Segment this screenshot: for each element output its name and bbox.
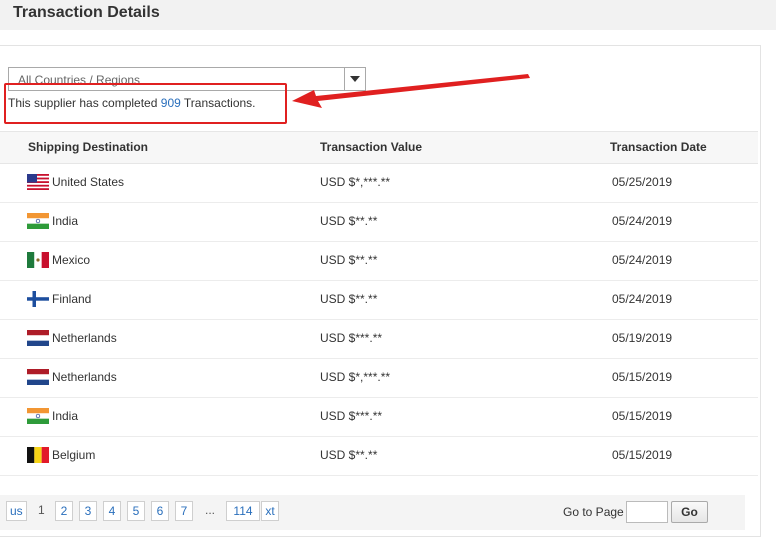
us-flag-icon — [27, 174, 49, 190]
goto-page-input[interactable] — [626, 501, 668, 523]
table-row: Netherlands USD $***.** 05/19/2019 — [0, 319, 758, 359]
row-value: USD $**.** — [320, 253, 378, 267]
column-header-value: Transaction Value — [320, 140, 423, 154]
india-flag-icon — [27, 408, 49, 424]
row-value: USD $***.** — [320, 331, 383, 345]
select-dropdown-button[interactable] — [344, 68, 365, 90]
go-button[interactable]: Go — [671, 501, 708, 523]
table-header: Shipping Destination Transaction Value T… — [0, 131, 758, 164]
row-country: India — [52, 214, 79, 228]
pagination-ellipsis: ... — [205, 503, 216, 517]
row-date: 05/24/2019 — [612, 292, 673, 306]
table-row: Finland USD $**.** 05/24/2019 — [0, 280, 758, 320]
row-country: Finland — [52, 292, 92, 306]
row-value: USD $***.** — [320, 409, 383, 423]
page-button[interactable]: 6 — [151, 501, 169, 521]
column-header-destination: Shipping Destination — [28, 140, 148, 154]
netherlands-flag-icon — [27, 369, 49, 385]
row-date: 05/15/2019 — [612, 448, 673, 462]
india-flag-icon — [27, 213, 49, 229]
row-country: Belgium — [52, 448, 96, 462]
row-country: Mexico — [52, 253, 91, 267]
page-title: Transaction Details — [13, 4, 160, 21]
page-button[interactable]: 2 — [55, 501, 73, 521]
page-button[interactable]: 4 — [103, 501, 121, 521]
row-date: 05/15/2019 — [612, 370, 673, 384]
table-row: Mexico USD $**.** 05/24/2019 — [0, 241, 758, 281]
row-country: Netherlands — [52, 370, 117, 384]
finland-flag-icon — [27, 291, 49, 307]
highlight-box — [4, 83, 287, 124]
row-value: USD $**.** — [320, 292, 378, 306]
header-bar: Transaction Details — [0, 0, 776, 30]
row-value: USD $**.** — [320, 214, 378, 228]
table-row: India USD $**.** 05/24/2019 — [0, 202, 758, 242]
row-date: 05/24/2019 — [612, 214, 673, 228]
row-country: India — [52, 409, 79, 423]
netherlands-flag-icon — [27, 330, 49, 346]
row-date: 05/19/2019 — [612, 331, 673, 345]
row-value: USD $*,***.** — [320, 175, 391, 189]
page-button[interactable]: 7 — [175, 501, 193, 521]
mexico-flag-icon — [27, 252, 49, 268]
table-row: Netherlands USD $*,***.** 05/15/2019 — [0, 358, 758, 398]
table-row: United States USD $*,***.** 05/25/2019 — [0, 163, 758, 203]
row-date: 05/15/2019 — [612, 409, 673, 423]
pagination: us 1 2 3 4 5 6 7 ... 114 xt Go to Page G… — [0, 495, 745, 530]
row-country: United States — [52, 175, 125, 189]
row-value: USD $**.** — [320, 448, 378, 462]
current-page: 1 — [38, 503, 45, 517]
chevron-down-icon — [350, 76, 360, 82]
previous-page-button[interactable]: us — [6, 501, 27, 521]
column-header-date: Transaction Date — [610, 140, 707, 154]
last-page-button[interactable]: 114 — [226, 501, 260, 521]
row-value: USD $*,***.** — [320, 370, 391, 384]
page-button[interactable]: 5 — [127, 501, 145, 521]
table-row: Belgium USD $**.** 05/15/2019 — [0, 436, 758, 476]
page-button[interactable]: 3 — [79, 501, 97, 521]
next-page-button[interactable]: xt — [261, 501, 279, 521]
row-date: 05/25/2019 — [612, 175, 673, 189]
row-date: 05/24/2019 — [612, 253, 673, 267]
belgium-flag-icon — [27, 447, 49, 463]
table-row: India USD $***.** 05/15/2019 — [0, 397, 758, 437]
goto-page-label: Go to Page — [563, 505, 624, 519]
row-country: Netherlands — [52, 331, 117, 345]
